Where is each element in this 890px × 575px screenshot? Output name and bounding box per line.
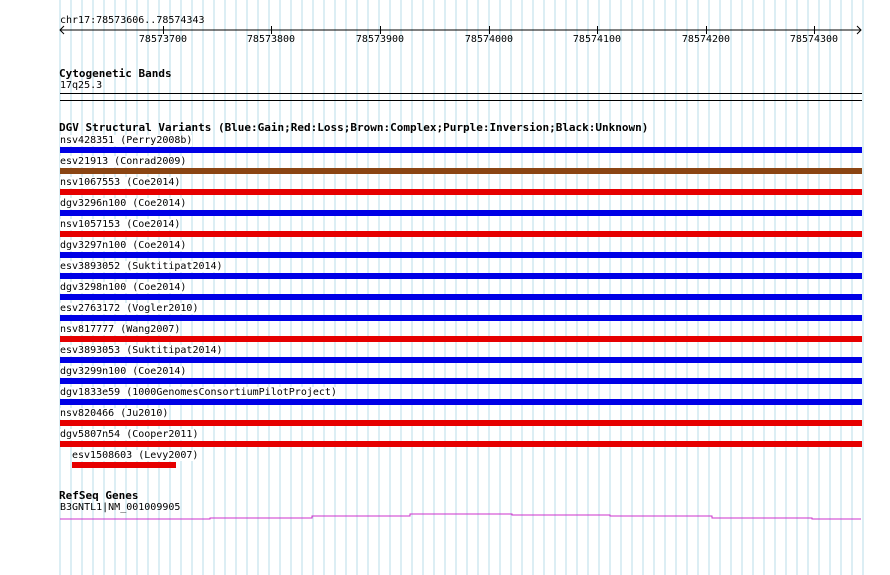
sv-bar[interactable] xyxy=(60,273,862,279)
sv-bar[interactable] xyxy=(60,168,862,174)
sv-bar[interactable] xyxy=(60,210,862,216)
sv-bar[interactable] xyxy=(60,231,862,237)
ruler-tick-label: 78574300 xyxy=(789,34,839,45)
ruler-tick-label: 78573900 xyxy=(355,34,405,45)
ruler-tick-mark xyxy=(271,26,272,34)
refseq-gene-model[interactable] xyxy=(0,510,890,525)
ruler-tick-label: 78573800 xyxy=(246,34,296,45)
sv-label[interactable]: nsv820466 (Ju2010) xyxy=(60,408,169,419)
sv-label[interactable]: esv21913 (Conrad2009) xyxy=(60,156,187,167)
sv-bar[interactable] xyxy=(60,336,862,342)
sv-bar[interactable] xyxy=(60,189,862,195)
sv-label[interactable]: dgv1833e59 (1000GenomesConsortiumPilotPr… xyxy=(60,387,337,398)
ruler-tick-mark xyxy=(597,26,598,34)
sv-label[interactable]: dgv3299n100 (Coe2014) xyxy=(60,366,187,377)
ruler-tick-label: 78574100 xyxy=(572,34,622,45)
ruler-tick-label: 78573700 xyxy=(138,34,188,45)
sv-bar[interactable] xyxy=(60,378,862,384)
sv-label[interactable]: dgv5807n54 (Cooper2011) xyxy=(60,429,199,440)
sv-label[interactable]: dgv3296n100 (Coe2014) xyxy=(60,198,187,209)
sv-label[interactable]: nsv817777 (Wang2007) xyxy=(60,324,181,335)
ruler-tick-mark xyxy=(489,26,490,34)
cytoband-track-title: Cytogenetic Bands xyxy=(59,67,172,80)
sv-label[interactable]: esv3893053 (Suktitipat2014) xyxy=(60,345,223,356)
sv-bar[interactable] xyxy=(60,441,862,447)
sv-label[interactable]: dgv3298n100 (Coe2014) xyxy=(60,282,187,293)
ruler-tick-label: 78574200 xyxy=(681,34,731,45)
ruler-tick-mark xyxy=(706,26,707,34)
cytoband-bar-top xyxy=(60,93,862,94)
ruler-tick-mark xyxy=(380,26,381,34)
ruler-axis xyxy=(59,25,862,35)
sv-label[interactable]: esv1508603 (Levy2007) xyxy=(72,450,199,461)
sv-bar[interactable] xyxy=(60,357,862,363)
ruler-tick-mark xyxy=(814,26,815,34)
refseq-track-title: RefSeq Genes xyxy=(59,489,139,502)
sv-label[interactable]: dgv3297n100 (Coe2014) xyxy=(60,240,187,251)
dgv-track-title: DGV Structural Variants (Blue:Gain;Red:L… xyxy=(59,121,649,134)
sv-bar[interactable] xyxy=(60,399,862,405)
ruler-tick-label: 78574000 xyxy=(464,34,514,45)
ruler-tick-mark xyxy=(163,26,164,34)
sv-label[interactable]: nsv1057153 (Coe2014) xyxy=(60,219,181,230)
gene-line[interactable] xyxy=(60,513,861,520)
sv-label[interactable]: nsv428351 (Perry2008b) xyxy=(60,135,193,146)
cytoband-bar-bottom xyxy=(60,100,862,101)
sv-bar[interactable] xyxy=(72,462,176,468)
sv-bar[interactable] xyxy=(60,420,862,426)
sv-bar[interactable] xyxy=(60,252,862,258)
sv-label[interactable]: esv2763172 (Vogler2010) xyxy=(60,303,199,314)
sv-bar[interactable] xyxy=(60,147,862,153)
sv-bar[interactable] xyxy=(60,294,862,300)
sv-label[interactable]: nsv1067553 (Coe2014) xyxy=(60,177,181,188)
cytoband-label: 17q25.3 xyxy=(60,80,103,91)
sv-label[interactable]: esv3893052 (Suktitipat2014) xyxy=(60,261,223,272)
sv-bar[interactable] xyxy=(60,315,862,321)
